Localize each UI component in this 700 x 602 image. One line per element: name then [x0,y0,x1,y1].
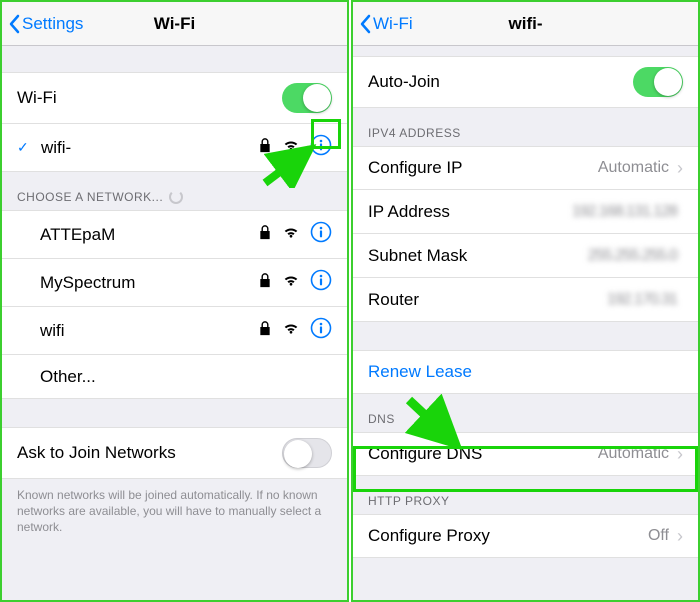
check-icon: ✓ [17,139,31,156]
lock-icon [258,224,282,245]
wifi-signal-icon [282,225,310,245]
network-name: wifi [40,321,258,341]
wifi-settings-screen: Settings Wi-Fi Wi-Fi ✓ wifi- CHOOSE A NE… [0,0,349,602]
renew-lease-row[interactable]: Renew Lease [353,350,698,394]
info-button[interactable] [310,317,332,344]
lock-icon [258,320,282,341]
nav-bar: Settings Wi-Fi [2,2,347,46]
ask-to-join-row[interactable]: Ask to Join Networks [2,427,347,479]
router-row: Router 192.170.31 [353,278,698,322]
lock-icon [258,272,282,293]
router-value: 192.170.31 [607,291,677,309]
proxy-header: HTTP PROXY [353,476,698,514]
chevron-left-icon [359,14,371,34]
wifi-signal-icon [282,273,310,293]
wifi-toggle-row[interactable]: Wi-Fi [2,72,347,124]
connected-network-row[interactable]: ✓ wifi- [2,124,347,172]
configure-proxy-label: Configure Proxy [368,526,648,546]
subnet-row: Subnet Mask 255.255.255.0 [353,234,698,278]
configure-ip-row[interactable]: Configure IP Automatic › [353,146,698,190]
ip-address-label: IP Address [368,202,572,222]
network-name: ATTEpaM [40,225,258,245]
autojoin-row[interactable]: Auto-Join [353,56,698,108]
back-label: Settings [22,14,83,34]
configure-proxy-value: Off [648,527,669,545]
other-network-row[interactable]: Other... [2,355,347,399]
autojoin-label: Auto-Join [368,72,633,92]
wifi-details-screen: Wi-Fi wifi- Auto-Join IPV4 ADDRESS Confi… [351,0,700,602]
back-label: Wi-Fi [373,14,413,34]
ip-address-value: 192.168.131.128 [572,203,677,221]
info-button[interactable] [310,134,332,161]
info-button[interactable] [310,221,332,248]
wifi-label: Wi-Fi [17,88,282,108]
configure-ip-label: Configure IP [368,158,598,178]
back-button[interactable]: Wi-Fi [353,14,413,34]
ask-label: Ask to Join Networks [17,443,282,463]
back-button[interactable]: Settings [2,14,83,34]
wifi-signal-icon [282,321,310,341]
subnet-value: 255.255.255.0 [588,247,677,265]
ask-footer-note: Known networks will be joined automatica… [2,479,347,548]
spinner-icon [169,190,183,204]
connected-network-name: wifi- [41,138,258,158]
router-label: Router [368,290,607,310]
chevron-right-icon: › [677,158,683,179]
other-label: Other... [40,367,332,387]
network-row[interactable]: ATTEpaM [2,210,347,259]
info-button[interactable] [310,269,332,296]
ipv4-header: IPV4 ADDRESS [353,108,698,146]
network-name: MySpectrum [40,273,258,293]
configure-dns-row[interactable]: Configure DNS Automatic › [353,432,698,476]
configure-dns-value: Automatic [598,445,669,463]
configure-dns-label: Configure DNS [368,444,598,464]
network-row[interactable]: wifi [2,307,347,355]
ip-address-row: IP Address 192.168.131.128 [353,190,698,234]
configure-ip-value: Automatic [598,159,669,177]
dns-header: DNS [353,394,698,432]
lock-icon [258,137,282,158]
wifi-toggle[interactable] [282,83,332,113]
subnet-label: Subnet Mask [368,246,588,266]
network-row[interactable]: MySpectrum [2,259,347,307]
configure-proxy-row[interactable]: Configure Proxy Off › [353,514,698,558]
choose-network-header: CHOOSE A NETWORK... [2,172,347,210]
nav-bar: Wi-Fi wifi- [353,2,698,46]
wifi-signal-icon [282,138,310,158]
ask-toggle[interactable] [282,438,332,468]
autojoin-toggle[interactable] [633,67,683,97]
chevron-right-icon: › [677,444,683,465]
chevron-right-icon: › [677,526,683,547]
chevron-left-icon [8,14,20,34]
renew-lease-label: Renew Lease [368,362,683,382]
